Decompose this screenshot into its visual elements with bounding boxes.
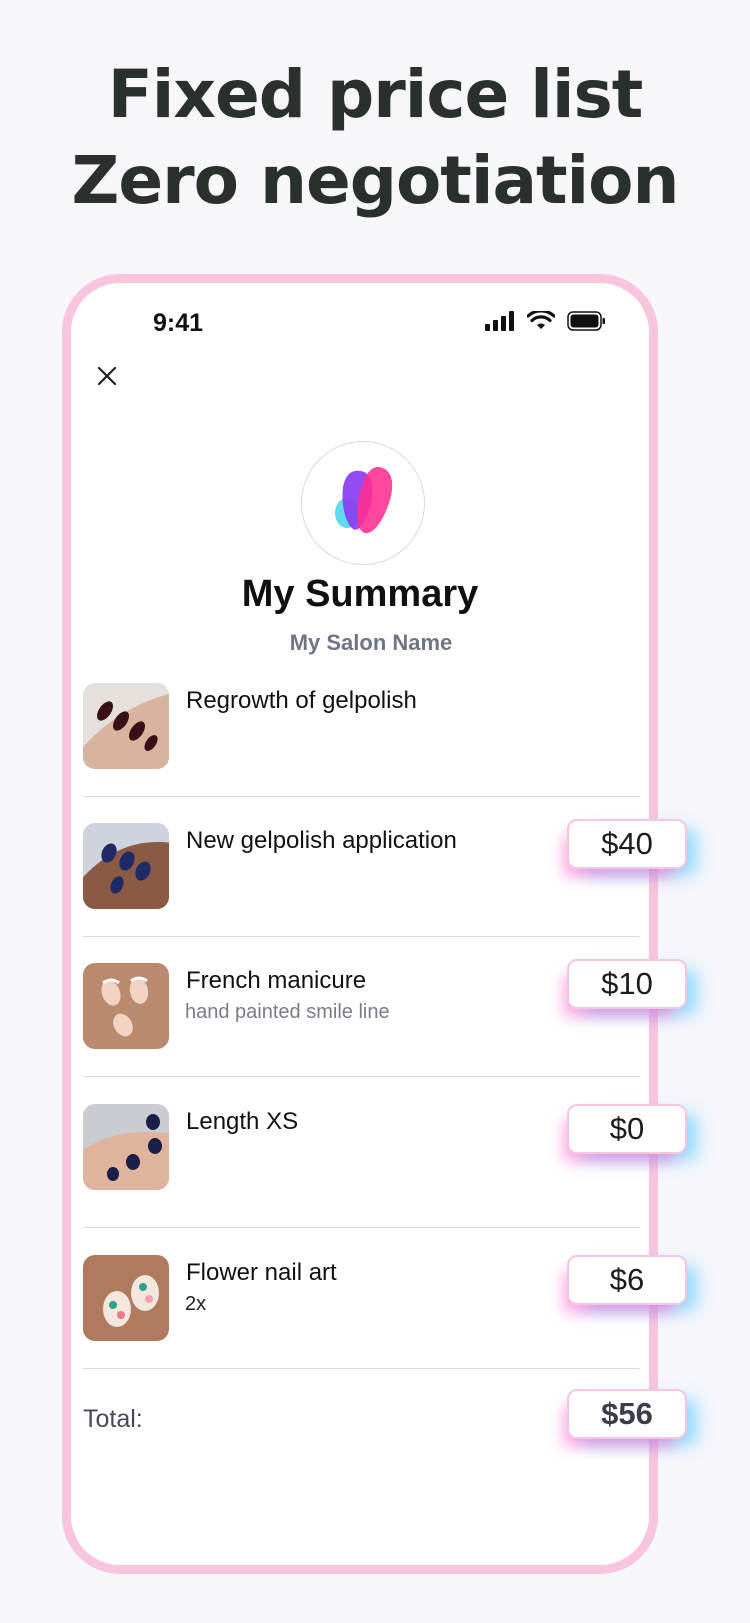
phone-frame: 9:41 My Summary My Salon Name Regrowth o… (62, 274, 687, 1574)
status-icons (485, 311, 607, 331)
item-name: French manicure (186, 967, 367, 994)
thumbnail-image (83, 963, 169, 1049)
price-badge: $40 (567, 819, 687, 869)
summary-title: My Summary (241, 573, 479, 615)
total-price-badge: $56 (567, 1389, 687, 1439)
item-detail: 2x (185, 1293, 207, 1315)
app-logo-icon (335, 466, 393, 534)
thumbnail-image (83, 823, 169, 909)
salon-name: My Salon Name (289, 630, 453, 655)
item-name: Length XS (186, 1108, 299, 1135)
total-label: Total: (83, 1405, 143, 1433)
status-time: 9:41 (153, 309, 204, 337)
signal-icon (485, 311, 514, 331)
divider (83, 1076, 639, 1077)
divider (83, 1368, 639, 1369)
divider (83, 796, 639, 797)
salon-logo (301, 441, 425, 565)
thumbnail-image (83, 1104, 169, 1190)
thumbnail-image (83, 1255, 169, 1341)
headline-line-1: Fixed price list (107, 56, 644, 133)
price-badge: $0 (567, 1104, 687, 1154)
battery-icon (567, 311, 605, 331)
thumbnail-image (83, 683, 169, 769)
close-button[interactable] (93, 363, 121, 391)
item-name: Flower nail art (186, 1259, 337, 1286)
item-name: New gelpolish application (186, 827, 457, 854)
headline-line-2: Zero negotiation (71, 142, 679, 219)
close-icon (97, 366, 117, 386)
item-name: Regrowth of gelpolish (186, 687, 417, 714)
wifi-icon (527, 311, 555, 329)
item-detail: hand painted smile line (185, 1001, 390, 1023)
price-badge: $6 (567, 1255, 687, 1305)
headline: Fixed price list Zero negotiation (0, 52, 750, 224)
divider (83, 1227, 639, 1228)
price-badge: $10 (567, 959, 687, 1009)
divider (83, 936, 639, 937)
